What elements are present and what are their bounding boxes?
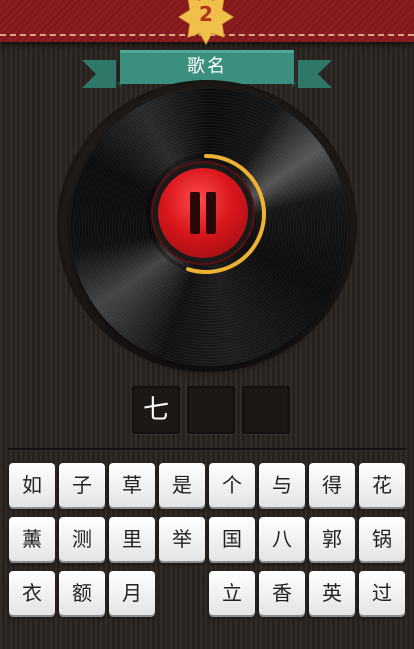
key-1-2[interactable]: 里: [109, 517, 155, 561]
key-1-5[interactable]: 八: [259, 517, 305, 561]
key-0-3[interactable]: 是: [159, 463, 205, 507]
key-1-4[interactable]: 国: [209, 517, 255, 561]
song-title-label: 歌名: [187, 56, 227, 77]
key-0-4[interactable]: 个: [209, 463, 255, 507]
key-1-7[interactable]: 锅: [359, 517, 405, 561]
key-0-7[interactable]: 花: [359, 463, 405, 507]
key-2-2[interactable]: 月: [109, 571, 155, 615]
key-0-5[interactable]: 与: [259, 463, 305, 507]
level-badge: 2: [177, 0, 235, 46]
key-2-4[interactable]: 立: [209, 571, 255, 615]
answer-slot-3[interactable]: [242, 386, 290, 434]
divider: [8, 448, 406, 451]
key-0-0[interactable]: 如: [9, 463, 55, 507]
key-1-3[interactable]: 举: [159, 517, 205, 561]
key-2-5[interactable]: 香: [259, 571, 305, 615]
key-2-7[interactable]: 过: [359, 571, 405, 615]
key-1-1[interactable]: 测: [59, 517, 105, 561]
key-2-6[interactable]: 英: [309, 571, 355, 615]
key-1-6[interactable]: 郭: [309, 517, 355, 561]
key-2-1[interactable]: 额: [59, 571, 105, 615]
pause-icon: [158, 168, 248, 258]
answer-slot-1[interactable]: 七: [132, 386, 180, 434]
key-0-6[interactable]: 得: [309, 463, 355, 507]
key-0-1[interactable]: 子: [59, 463, 105, 507]
key-0-2[interactable]: 草: [109, 463, 155, 507]
level-number: 2: [199, 2, 213, 26]
key-2-0[interactable]: 衣: [9, 571, 55, 615]
answer-slot-2[interactable]: [187, 386, 235, 434]
key-1-0[interactable]: 薰: [9, 517, 55, 561]
play-pause-button[interactable]: [158, 168, 248, 258]
